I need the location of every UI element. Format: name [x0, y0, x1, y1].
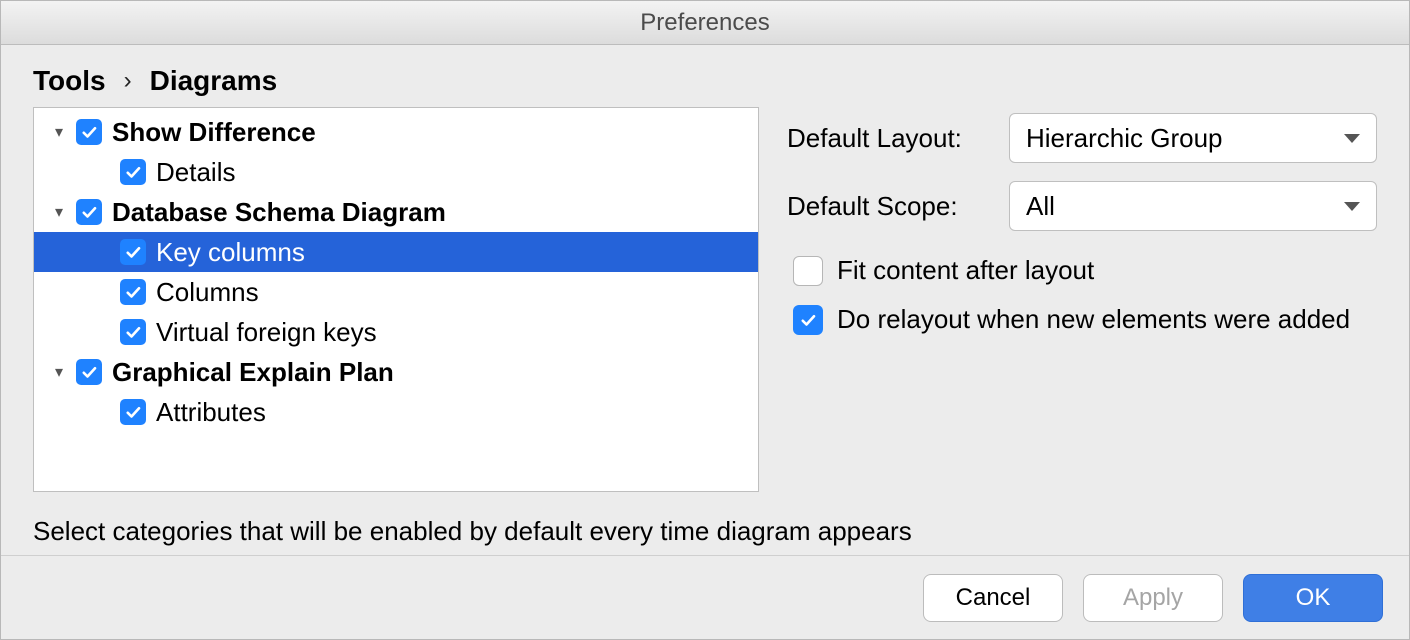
fit-content-label: Fit content after layout: [837, 255, 1094, 286]
checkbox-details[interactable]: [120, 159, 146, 185]
tree-item-label: Virtual foreign keys: [156, 317, 377, 348]
chevron-down-icon[interactable]: ▾: [48, 202, 70, 222]
checkbox-db-schema[interactable]: [76, 199, 102, 225]
categories-tree[interactable]: ▾ Show Difference Details ▾ Database Sch…: [33, 107, 759, 492]
tree-item-label: Database Schema Diagram: [112, 197, 446, 228]
tree-item-virtual-fk[interactable]: Virtual foreign keys: [34, 312, 758, 352]
default-layout-label: Default Layout:: [787, 123, 991, 154]
chevron-down-icon: [1344, 202, 1360, 211]
fit-content-row[interactable]: Fit content after layout: [787, 255, 1377, 286]
checkbox-attributes[interactable]: [120, 399, 146, 425]
checkbox-fit-content[interactable]: [793, 256, 823, 286]
tree-item-attributes[interactable]: Attributes: [34, 392, 758, 432]
tree-item-label: Attributes: [156, 397, 266, 428]
tree-item-label: Details: [156, 157, 235, 188]
relayout-row[interactable]: Do relayout when new elements were added: [787, 304, 1377, 335]
options-panel: Default Layout: Hierarchic Group Default…: [787, 107, 1377, 492]
checkbox-relayout[interactable]: [793, 305, 823, 335]
select-value: All: [1026, 191, 1055, 222]
checkbox-virtual-fk[interactable]: [120, 319, 146, 345]
checkbox-columns[interactable]: [120, 279, 146, 305]
tree-item-key-columns[interactable]: Key columns: [34, 232, 758, 272]
tree-item-label: Graphical Explain Plan: [112, 357, 394, 388]
preferences-window: Preferences Tools › Diagrams ▾ Show Diff…: [0, 0, 1410, 640]
default-scope-select[interactable]: All: [1009, 181, 1377, 231]
hint-text: Select categories that will be enabled b…: [1, 500, 1409, 555]
chevron-down-icon[interactable]: ▾: [48, 122, 70, 142]
tree-item-label: Columns: [156, 277, 259, 308]
apply-button[interactable]: Apply: [1083, 574, 1223, 622]
tree-item-columns[interactable]: Columns: [34, 272, 758, 312]
default-layout-row: Default Layout: Hierarchic Group: [787, 113, 1377, 163]
breadcrumb-leaf: Diagrams: [150, 65, 278, 97]
window-titlebar: Preferences: [1, 1, 1409, 45]
checkbox-explain-plan[interactable]: [76, 359, 102, 385]
select-value: Hierarchic Group: [1026, 123, 1223, 154]
tree-item-db-schema[interactable]: ▾ Database Schema Diagram: [34, 192, 758, 232]
checkbox-show-difference[interactable]: [76, 119, 102, 145]
chevron-down-icon[interactable]: ▾: [48, 362, 70, 382]
checkbox-key-columns[interactable]: [120, 239, 146, 265]
tree-item-show-difference[interactable]: ▾ Show Difference: [34, 112, 758, 152]
ok-button[interactable]: OK: [1243, 574, 1383, 622]
chevron-down-icon: [1344, 134, 1360, 143]
tree-item-details[interactable]: Details: [34, 152, 758, 192]
breadcrumb-root[interactable]: Tools: [33, 65, 106, 97]
cancel-button[interactable]: Cancel: [923, 574, 1063, 622]
default-layout-select[interactable]: Hierarchic Group: [1009, 113, 1377, 163]
breadcrumb: Tools › Diagrams: [1, 45, 1409, 107]
dialog-footer: Cancel Apply OK: [1, 555, 1409, 639]
default-scope-row: Default Scope: All: [787, 181, 1377, 231]
default-scope-label: Default Scope:: [787, 191, 991, 222]
tree-item-explain-plan[interactable]: ▾ Graphical Explain Plan: [34, 352, 758, 392]
tree-item-label: Key columns: [156, 237, 305, 268]
relayout-label: Do relayout when new elements were added: [837, 304, 1350, 335]
tree-item-label: Show Difference: [112, 117, 316, 148]
content-area: ▾ Show Difference Details ▾ Database Sch…: [1, 107, 1409, 500]
window-title: Preferences: [640, 9, 769, 37]
chevron-right-icon: ›: [124, 67, 132, 95]
